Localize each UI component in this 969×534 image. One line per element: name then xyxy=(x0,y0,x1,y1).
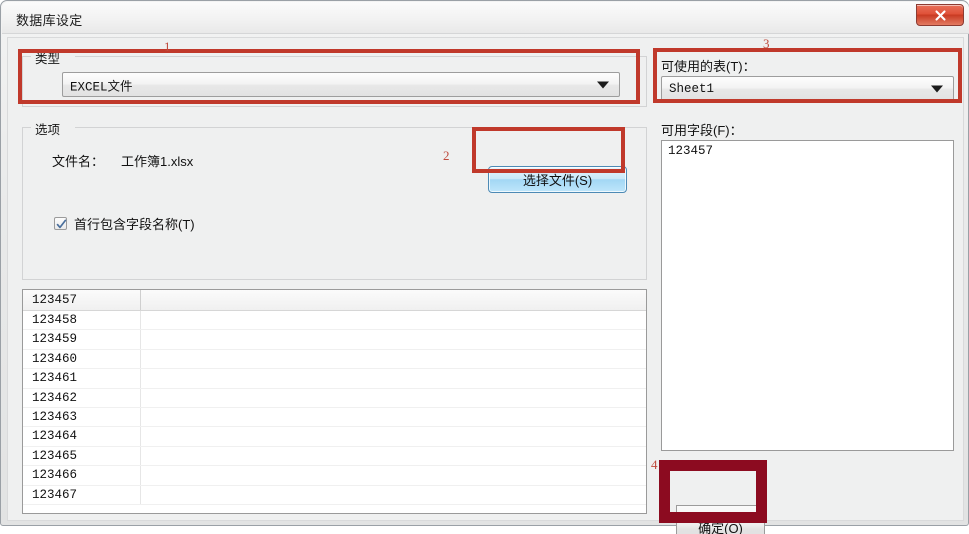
checkbox-box xyxy=(54,217,67,230)
available-tables-combobox-value: Sheet1 xyxy=(669,81,715,96)
table-cell-empty xyxy=(141,389,646,407)
table-row[interactable]: 123465 xyxy=(23,446,646,467)
table-cell-empty xyxy=(141,369,646,387)
table-cell: 123461 xyxy=(23,369,141,388)
table-cell: 123467 xyxy=(23,485,141,504)
list-item[interactable]: 123457 xyxy=(662,141,953,158)
table-row[interactable]: 123460 xyxy=(23,349,646,370)
choose-file-button-label: 选择文件(S) xyxy=(522,173,593,188)
available-fields-listbox[interactable]: 123457 xyxy=(661,140,954,451)
table-cell: 123459 xyxy=(23,330,141,349)
choose-file-button[interactable]: 选择文件(S) xyxy=(488,166,627,193)
table-row[interactable]: 123458 xyxy=(23,311,646,331)
table-cell-empty xyxy=(141,408,646,426)
type-combobox[interactable]: EXCEL文件 xyxy=(62,72,620,97)
ok-button-label: 确定(O) xyxy=(698,520,743,534)
table-header-cell-empty xyxy=(141,290,646,310)
filename-value: 工作簿1.xlsx xyxy=(121,154,194,169)
table-cell: 123458 xyxy=(23,311,141,330)
type-groupbox-legend: 类型 xyxy=(31,48,65,67)
options-groupbox-legend: 选项 xyxy=(31,119,65,138)
data-preview-grid-body: 123457 123458 123459 123460 123461 123462 123… xyxy=(23,290,646,513)
table-row[interactable]: 123461 xyxy=(23,369,646,389)
table-cell-empty xyxy=(141,466,646,484)
available-tables-label: 可使用的表(T)： xyxy=(661,59,756,74)
data-preview-grid[interactable]: 123457 123458 123459 123460 123461 123462 123… xyxy=(22,289,647,514)
table-cell-empty xyxy=(141,486,646,504)
table-rows-container: 123458 123459 123460 123461 123462 123463 1234… xyxy=(23,311,646,505)
window-title: 数据库设定 xyxy=(16,13,83,28)
title-bar: 数据库设定 xyxy=(2,2,969,34)
table-cell: 123462 xyxy=(23,388,141,407)
dialog-window: 数据库设定 类型 EXCEL文件 选项 文件名： 工作簿1.xlsx 选择文件(… xyxy=(0,0,969,534)
table-cell-empty xyxy=(141,427,646,445)
table-row[interactable]: 123464 xyxy=(23,427,646,447)
table-cell: 123465 xyxy=(23,446,141,466)
options-groupbox: 选项 xyxy=(22,119,647,280)
available-tables-combobox[interactable]: Sheet1 xyxy=(661,76,954,101)
close-icon[interactable] xyxy=(916,4,964,26)
table-row[interactable]: 123459 xyxy=(23,330,646,350)
table-cell: 123460 xyxy=(23,349,141,369)
table-row[interactable]: 123463 xyxy=(23,407,646,428)
table-cell-empty xyxy=(141,350,646,368)
type-combobox-value: EXCEL文件 xyxy=(70,80,133,94)
table-cell-empty xyxy=(141,311,646,329)
ok-button[interactable]: 确定(O) xyxy=(676,505,765,534)
first-row-has-field-names-checkbox[interactable]: 首行包含字段名称(T) xyxy=(54,214,195,233)
available-fields-label: 可用字段(F)： xyxy=(661,123,743,138)
table-row[interactable]: 123467 xyxy=(23,485,646,505)
table-row[interactable]: 123466 xyxy=(23,466,646,486)
table-row[interactable]: 123462 xyxy=(23,388,646,408)
table-cell: 123466 xyxy=(23,466,141,485)
table-header-row: 123457 xyxy=(23,290,646,311)
first-row-has-field-names-label: 首行包含字段名称(T) xyxy=(74,217,195,232)
table-cell-empty xyxy=(141,330,646,348)
table-header-cell: 123457 xyxy=(23,290,141,310)
available-fields-items: 123457 xyxy=(662,141,953,158)
chevron-down-icon xyxy=(931,85,943,92)
table-cell: 123464 xyxy=(23,427,141,446)
filename-label: 文件名： xyxy=(52,154,105,169)
chevron-down-icon xyxy=(597,81,609,88)
table-cell-empty xyxy=(141,447,646,465)
screenshot-root: 数据库设定 类型 EXCEL文件 选项 文件名： 工作簿1.xlsx 选择文件(… xyxy=(0,0,969,534)
dialog-client-area: 类型 EXCEL文件 选项 文件名： 工作簿1.xlsx 选择文件(S) 首行包… xyxy=(7,37,964,534)
table-cell: 123463 xyxy=(23,407,141,427)
